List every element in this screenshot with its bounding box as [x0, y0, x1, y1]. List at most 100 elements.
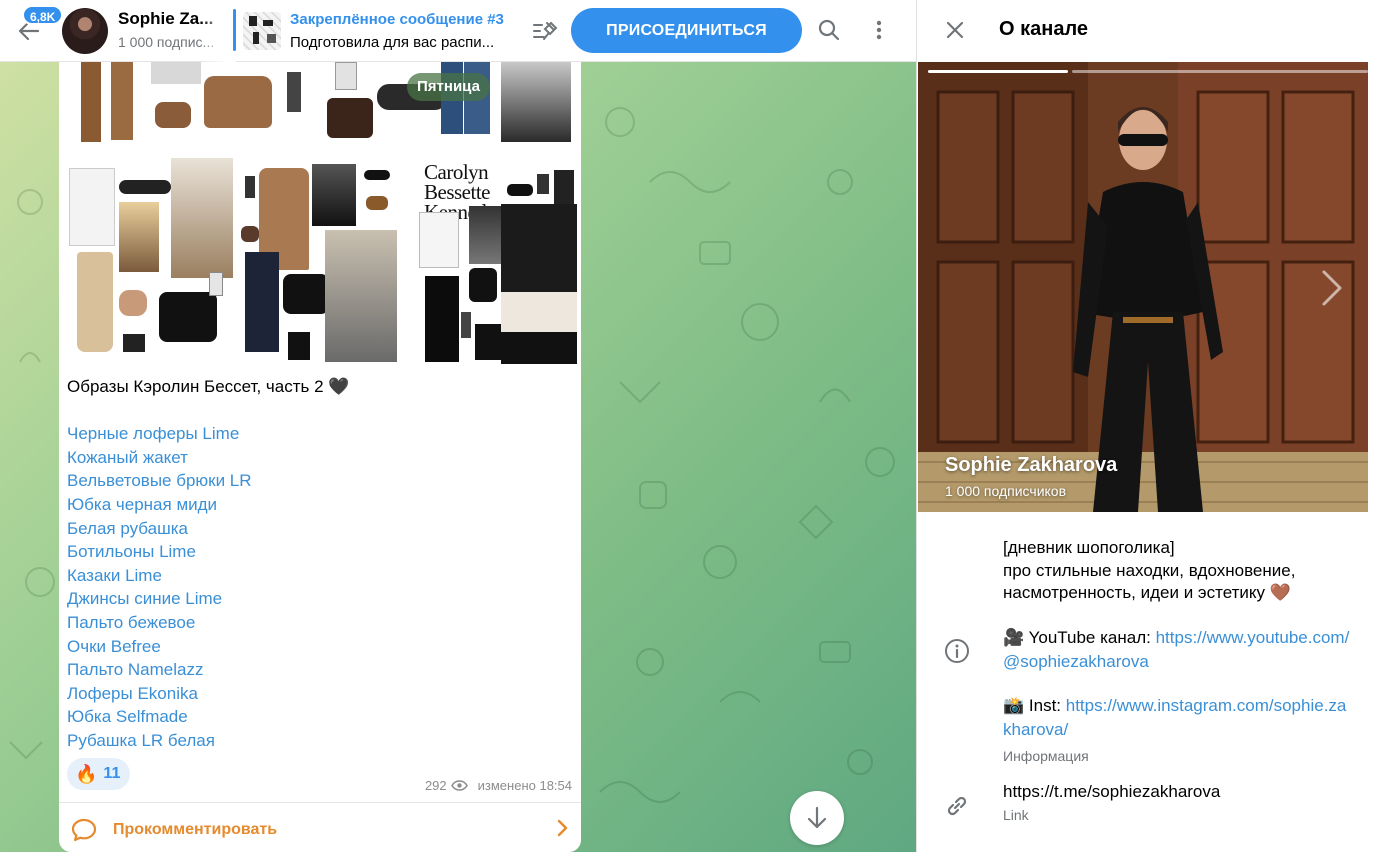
- info-caption: Информация: [1003, 748, 1089, 765]
- pinned-thumbnail[interactable]: [243, 12, 281, 50]
- comment-button[interactable]: Прокомментировать: [59, 802, 581, 852]
- reaction-fire[interactable]: 🔥 11: [67, 758, 131, 790]
- watch-image: [287, 72, 301, 112]
- reaction-count: 11: [103, 765, 121, 782]
- photo-image: [312, 164, 356, 226]
- pinned-list-button[interactable]: [530, 16, 560, 46]
- hair-clip-image: [366, 196, 388, 210]
- post-image-collage[interactable]: Пятница Carolyn Bessette Kennedy: [59, 62, 581, 367]
- post-link-blue-jeans[interactable]: Джинсы синие Lime: [67, 587, 572, 611]
- street-photo-image: [171, 158, 233, 278]
- info-icon: [945, 639, 969, 663]
- photo-image: [119, 202, 159, 272]
- gloves-image: [554, 170, 574, 204]
- unread-count-badge: 6,8K: [22, 5, 64, 25]
- instagram-line: 📸 Inst: https://www.instagram.com/sophie…: [1003, 694, 1353, 741]
- cover-progress-1: [928, 70, 1068, 73]
- boots-image: [475, 324, 501, 360]
- chevron-right-icon[interactable]: [1320, 268, 1344, 308]
- cover-channel-name: Sophie Zakharova: [945, 454, 1118, 476]
- channel-info: 🎥 YouTube канал: https://www.youtube.com…: [1003, 626, 1353, 769]
- fire-icon: 🔥: [75, 763, 98, 784]
- comment-label: Прокомментировать: [113, 821, 278, 838]
- join-button[interactable]: ПРИСОЕДИНИТЬСЯ: [571, 8, 802, 53]
- views-count: 292: [424, 778, 447, 793]
- post-link-cowboy-boots[interactable]: Казаки Lime: [67, 564, 572, 588]
- trousers-image: [245, 252, 279, 352]
- bag-image: [204, 76, 272, 128]
- search-button[interactable]: [813, 14, 845, 46]
- channel-link[interactable]: https://t.me/sophiezakharova Link: [1003, 782, 1220, 823]
- hair-clip-image: [241, 226, 259, 242]
- day-label: Пятница: [407, 73, 490, 101]
- hairclip-image: [155, 102, 191, 128]
- more-button[interactable]: [863, 14, 895, 46]
- youtube-label: 🎥 YouTube канал:: [1003, 628, 1156, 647]
- watch-image: [537, 174, 549, 194]
- description-line: [дневник шопоголика]: [1003, 538, 1175, 557]
- bag-image: [283, 274, 329, 314]
- trousers-image: [81, 62, 101, 142]
- post-link-white-shirt[interactable]: Белая рубашка: [67, 517, 572, 541]
- channel-description: [дневник шопоголика] про стильные находк…: [1003, 537, 1353, 605]
- post-caption: Образы Кэролин Бессет, часть 2 🖤: [67, 377, 350, 396]
- link-icon: [947, 796, 967, 816]
- photo-image: [151, 62, 201, 84]
- midi-skirt-image: [425, 276, 459, 362]
- sunglasses-image: [364, 170, 390, 180]
- title-fade: [200, 0, 236, 62]
- comment-icon: [71, 818, 97, 842]
- channel-info-panel: О канале Sophie Zakharova 1 000 подписчи…: [916, 0, 1379, 852]
- post-link-leather-jacket[interactable]: Кожаный жакет: [67, 446, 572, 470]
- youtube-line: 🎥 YouTube канал: https://www.youtube.com…: [1003, 626, 1353, 673]
- perfume-image: [209, 272, 223, 296]
- cover-photo-image: [918, 62, 1368, 512]
- channel-cover-photo[interactable]: Sophie Zakharova 1 000 подписчиков: [918, 62, 1368, 512]
- pinned-title[interactable]: Закреплённое сообщение #3: [290, 11, 504, 28]
- perfume-image: [461, 312, 471, 338]
- post-link-loafers-ekonika[interactable]: Лоферы Ekonika: [67, 682, 572, 706]
- perfume-image: [335, 62, 357, 90]
- channel-avatar[interactable]: [62, 8, 108, 54]
- close-panel-button[interactable]: [941, 16, 969, 44]
- bag-image: [469, 268, 497, 302]
- trousers-image: [111, 62, 133, 140]
- watch-image: [245, 176, 255, 198]
- white-shirt-image: [69, 168, 115, 246]
- white-shirt-image: [419, 212, 459, 268]
- cover-subscribers: 1 000 подписчиков: [945, 483, 1067, 499]
- eye-icon: [450, 780, 468, 791]
- post-link-loafers-lime[interactable]: Черные лоферы Lime: [67, 422, 572, 446]
- vanity-case-image: [327, 98, 373, 138]
- chevron-right-icon: [557, 819, 568, 837]
- arrow-down-icon: [807, 806, 827, 829]
- description-line: насмотренность, идеи и эстетику 🤎: [1003, 583, 1291, 603]
- pinned-indicator: [233, 9, 236, 51]
- skirt-image: [77, 252, 113, 352]
- close-icon: [946, 21, 964, 39]
- photo-image: [501, 62, 571, 142]
- boots-image: [288, 332, 310, 360]
- cover-progress-2: [1072, 70, 1368, 73]
- post-link-corduroy-trousers[interactable]: Вельветовые брюки LR: [67, 469, 572, 493]
- post-meta: 292 изменено 18:54: [425, 778, 572, 793]
- couple-photo-image: [501, 204, 577, 364]
- sunglasses-image: [507, 184, 533, 196]
- flats-image: [119, 290, 147, 316]
- pinned-text[interactable]: Подготовила для вас распи...: [290, 34, 494, 51]
- post-text: Образы Кэролин Бессет, часть 2 🖤 Черные …: [67, 375, 572, 753]
- post-link-shirt-lr[interactable]: Рубашка LR белая: [67, 729, 572, 753]
- panel-title: О канале: [999, 18, 1089, 40]
- channel-link-caption: Link: [1003, 807, 1029, 823]
- search-icon: [818, 19, 840, 41]
- post-link-coat-namelazz[interactable]: Пальто Namelazz: [67, 658, 572, 682]
- scroll-down-button[interactable]: [790, 791, 844, 845]
- post-link-skirt-selfmade[interactable]: Юбка Selfmade: [67, 705, 572, 729]
- pin-list-icon: [533, 21, 558, 40]
- channel-link-url[interactable]: https://t.me/sophiezakharova: [1003, 782, 1220, 802]
- edited-time: изменено 18:54: [477, 778, 572, 793]
- post-link-sunglasses[interactable]: Очки Befree: [67, 635, 572, 659]
- post-link-beige-coat[interactable]: Пальто бежевое: [67, 611, 572, 635]
- post-link-ankle-boots[interactable]: Ботильоны Lime: [67, 540, 572, 564]
- post-link-midi-skirt[interactable]: Юбка черная миди: [67, 493, 572, 517]
